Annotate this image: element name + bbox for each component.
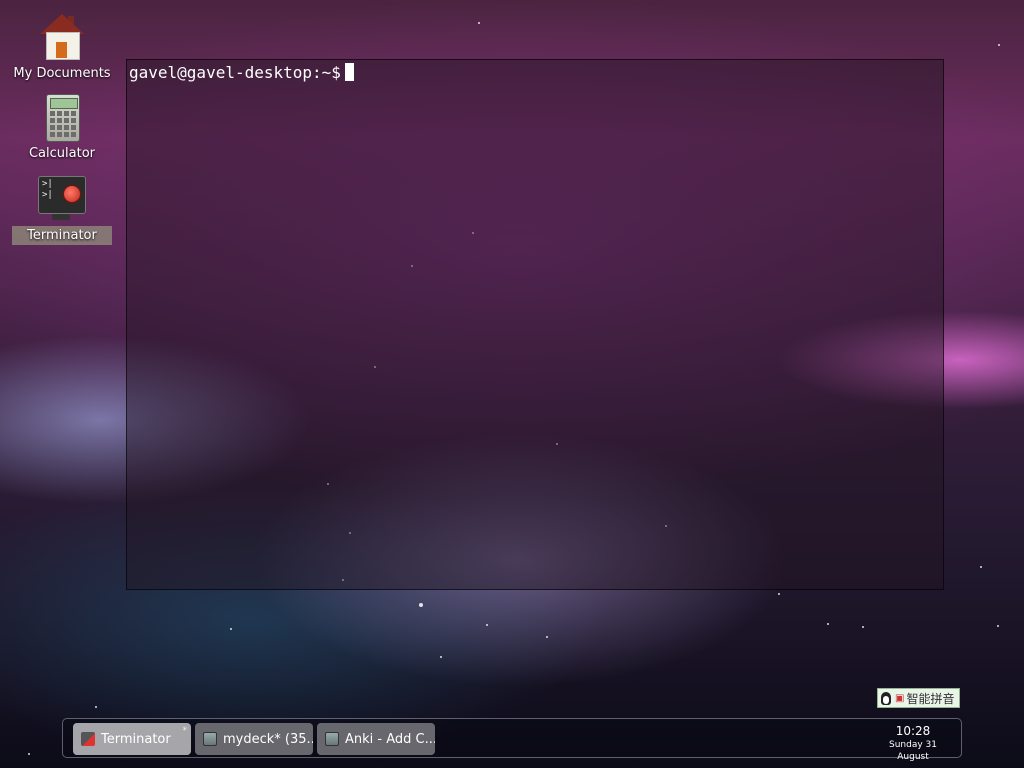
desktop-icon-calculator[interactable]: Calculator [12, 94, 112, 163]
anki-icon [203, 732, 217, 746]
terminator-icon [81, 732, 95, 746]
home-folder-icon [38, 14, 86, 62]
input-method-indicator[interactable]: ▣ 智能拼音 [877, 688, 960, 708]
terminal-cursor [344, 63, 354, 81]
input-method-label: 智能拼音 [906, 691, 955, 706]
task-label: Terminator [101, 731, 171, 747]
clock-date: Sunday 31 August [889, 740, 937, 762]
terminator-icon: >| >| [38, 176, 86, 224]
desktop-icon-terminator[interactable]: >| >| Terminator [12, 176, 112, 245]
terminal-prompt-line[interactable]: gavel@gavel-desktop:~$ [129, 63, 354, 82]
desktop-icon-label: Terminator [12, 226, 112, 245]
taskbar-task-terminator[interactable]: Terminator * [73, 723, 191, 755]
desktop-icon-my-documents[interactable]: My Documents [12, 14, 112, 83]
task-label: Anki - Add C... [345, 731, 435, 747]
desktop-icon-label: Calculator [28, 146, 95, 161]
clock-time: 10:28 [895, 724, 931, 738]
taskbar: Terminator * mydeck* (35... Anki - Add C… [62, 718, 962, 762]
window-marker-icon: * [182, 726, 188, 736]
clock[interactable]: 10:28 Sunday 31 August [873, 723, 953, 763]
anki-icon [325, 732, 339, 746]
taskbar-task-anki-add[interactable]: Anki - Add C... [317, 723, 435, 755]
calculator-icon [38, 94, 86, 142]
terminal-prompt: gavel@gavel-desktop:~$ [129, 63, 341, 82]
lock-icon: ▣ [895, 692, 905, 704]
terminal-window[interactable]: gavel@gavel-desktop:~$ [126, 59, 944, 590]
penguin-icon [881, 691, 891, 705]
task-label: mydeck* (35... [223, 731, 313, 747]
desktop-icon-label: My Documents [13, 66, 111, 81]
taskbar-task-mydeck[interactable]: mydeck* (35... [195, 723, 313, 755]
